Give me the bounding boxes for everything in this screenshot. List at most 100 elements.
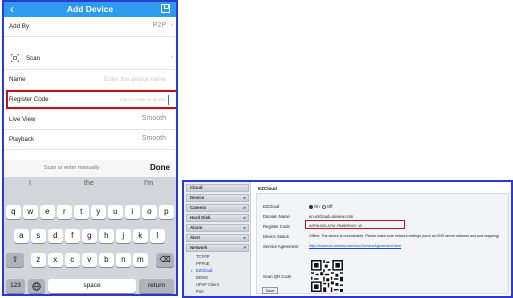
- radio-off-icon[interactable]: [321, 204, 326, 209]
- scan-hint: Scan or enter manually: [44, 165, 100, 171]
- numbers-key[interactable]: 123: [6, 279, 25, 293]
- live-view-row[interactable]: Live View Smooth: [4, 110, 176, 130]
- sidebar-cat-camera[interactable]: Camera ▸: [186, 204, 249, 212]
- key-g[interactable]: g: [82, 229, 97, 243]
- service-agreement-label: Service Agreement: [263, 244, 299, 249]
- key-y[interactable]: y: [91, 205, 106, 219]
- key-u[interactable]: u: [108, 205, 123, 219]
- sidebar-cat-label: Device: [190, 195, 205, 200]
- key-w[interactable]: w: [23, 205, 38, 219]
- key-t[interactable]: t: [74, 205, 89, 219]
- sidebar-item-port[interactable]: Port: [196, 289, 204, 295]
- key-z[interactable]: z: [31, 253, 46, 267]
- key-q[interactable]: q: [6, 205, 21, 219]
- sidebar-item-ezcloud[interactable]: • EZCloud: [191, 268, 212, 274]
- chevron-right-icon: ▸: [243, 195, 246, 200]
- sidebar-cat-cloud[interactable]: Cloud: [186, 184, 249, 192]
- chevron-right-icon: ›: [170, 22, 173, 29]
- sidebar-cat-label: Hard Disk: [190, 215, 211, 220]
- sidebar-cat-device[interactable]: Device ▸: [186, 194, 249, 202]
- save-icon[interactable]: [161, 4, 170, 13]
- key-m[interactable]: m: [133, 253, 148, 267]
- register-code-highlight: [6, 90, 176, 109]
- globe-icon-glyph: [32, 281, 41, 291]
- chevron-right-icon: ▸: [243, 215, 246, 220]
- key-d[interactable]: d: [48, 229, 63, 243]
- key-b[interactable]: b: [99, 253, 114, 267]
- add-by-row[interactable]: Add By P2P ›: [4, 17, 176, 37]
- tab-ezcloud[interactable]: EZCloud: [258, 184, 298, 193]
- suggestion[interactable]: I: [29, 180, 31, 187]
- sidebar-cat-label: Alert: [190, 235, 201, 240]
- sidebar-cat-alarm[interactable]: Alarm ▸: [186, 224, 249, 232]
- chevron-right-icon: ›: [170, 54, 173, 61]
- return-key[interactable]: return: [139, 279, 174, 293]
- sidebar-cat-label: Cloud: [190, 185, 203, 190]
- radio-on-icon[interactable]: [309, 204, 313, 209]
- key-k[interactable]: k: [133, 229, 148, 243]
- scan-qr-label: Scan QR Code: [263, 274, 292, 279]
- add-by-value: P2P: [152, 22, 166, 29]
- key-i[interactable]: i: [125, 205, 140, 219]
- sidebar-item-upnp[interactable]: UPnP Client: [196, 282, 219, 288]
- service-agreement-link[interactable]: http://ezcloud.uniview.com/doc/ServiceAg…: [309, 244, 401, 248]
- key-h[interactable]: h: [99, 229, 114, 243]
- scan-label: Scan: [26, 55, 41, 62]
- key-l[interactable]: l: [150, 229, 165, 243]
- ezcloud-toggle[interactable]: On Off: [309, 204, 332, 209]
- phone-screen: ‹ Add Device Add By P2P › Scan › Name En…: [2, 0, 178, 296]
- key-c[interactable]: c: [65, 253, 80, 267]
- playback-value: Smooth: [141, 135, 166, 142]
- domain-name-value: en.ezcloud.uniview.com: [309, 214, 354, 219]
- radio-on-label: On: [314, 204, 320, 209]
- key-e[interactable]: e: [40, 205, 55, 219]
- sidebar-cat-label: Alarm: [190, 225, 203, 230]
- key-x[interactable]: x: [48, 253, 63, 267]
- key-v[interactable]: v: [82, 253, 97, 267]
- sidebar-cat-label: Network: [190, 245, 208, 250]
- key-n[interactable]: n: [116, 253, 131, 267]
- done-button[interactable]: Done: [150, 163, 170, 172]
- web-config-page: Cloud Device ▸ Camera ▸ Hard Disk ▸ Alarm ▸ …: [182, 180, 513, 298]
- chevron-right-icon: ▸: [243, 205, 246, 210]
- scan-row[interactable]: Scan ›: [4, 47, 176, 70]
- key-s[interactable]: s: [31, 229, 46, 243]
- radio-off-label: Off: [326, 204, 333, 209]
- sidebar-cat-hard-disk[interactable]: Hard Disk ▸: [186, 214, 249, 222]
- sidebar-cat-alert[interactable]: Alert ▸: [186, 234, 249, 242]
- globe-icon[interactable]: [28, 279, 45, 293]
- suggestion[interactable]: the: [84, 180, 94, 187]
- key-r[interactable]: r: [57, 205, 72, 219]
- live-view-label: Live View: [9, 116, 36, 123]
- app-header: ‹ Add Device: [4, 2, 176, 17]
- selected-dot-icon: •: [191, 268, 193, 273]
- name-label: Name: [9, 76, 26, 83]
- sidebar-item-tcpip[interactable]: TCP/IP: [196, 254, 210, 260]
- domain-name-label: Domain Name: [263, 214, 290, 219]
- sidebar: Cloud Device ▸ Camera ▸ Hard Disk ▸ Alarm ▸ …: [184, 182, 251, 296]
- main-content: EZCloud EZCloud On Off Domain Name en.ez…: [254, 182, 511, 296]
- playback-row[interactable]: Playback Smooth: [4, 130, 176, 150]
- name-input[interactable]: Enter the device name: [104, 76, 166, 83]
- name-row[interactable]: Name Enter the device name: [4, 70, 176, 90]
- sidebar-cat-network[interactable]: Network ▾: [186, 244, 249, 252]
- suggestion[interactable]: I'm: [144, 180, 153, 187]
- key-a[interactable]: a: [14, 229, 29, 243]
- backspace-icon[interactable]: ⌫: [156, 253, 174, 267]
- settings-form: EZCloud On Off Domain Name en.ezcloud.un…: [256, 193, 509, 294]
- key-f[interactable]: f: [65, 229, 80, 243]
- chevron-right-icon: ▸: [243, 235, 246, 240]
- sidebar-item-ddns[interactable]: DDNS: [196, 275, 208, 281]
- add-by-label: Add By: [9, 23, 29, 30]
- key-p[interactable]: p: [159, 205, 174, 219]
- playback-label: Playback: [9, 136, 35, 143]
- input-accessory-bar: Scan or enter manually Done: [4, 160, 176, 177]
- shift-icon[interactable]: ⇧: [6, 253, 24, 267]
- key-o[interactable]: o: [142, 205, 157, 219]
- sidebar-item-pppoe[interactable]: PPPoE: [196, 261, 210, 267]
- live-view-value: Smooth: [141, 115, 166, 122]
- save-button[interactable]: Save: [262, 287, 278, 294]
- keyboard: I the I'm q w e r t y u i o p a s d f g …: [4, 177, 176, 294]
- key-j[interactable]: j: [116, 229, 131, 243]
- space-key[interactable]: space: [48, 279, 136, 293]
